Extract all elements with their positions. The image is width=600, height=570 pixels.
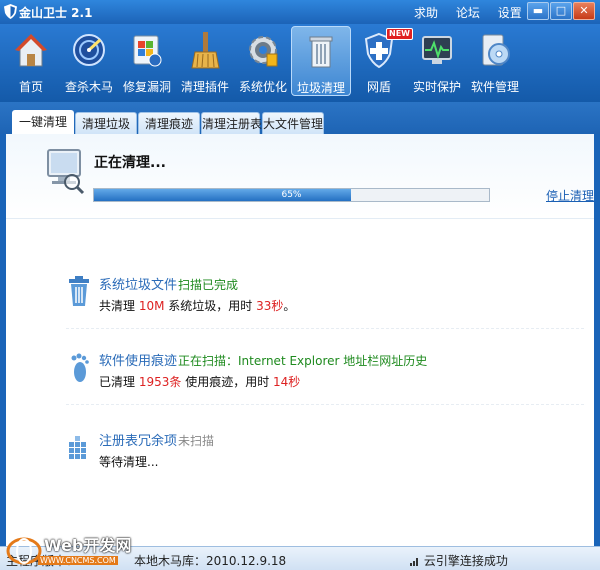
detail-mid: 系统垃圾，用时 [164,299,257,313]
toolbar-home-button[interactable]: 首页 [2,26,60,96]
item-name: 注册表冗余项 [99,434,178,449]
detail-suffix: 。 [283,299,296,313]
cloud-connection-status: 云引擎连接成功 [410,552,508,569]
progress-header: 正在清理... 65% 停止清理 [6,134,594,219]
minimize-button[interactable]: ▬ [527,2,549,20]
elapsed-time: 14秒 [273,375,301,389]
detail-prefix: 已清理 [99,375,139,389]
tab-clean-traces[interactable]: 清理痕迹 [138,112,200,135]
main-toolbar: 首页 查杀木马 修复漏洞 清理插件 系统优化 垃圾清理 NEW 网盾 实时保护 … [0,24,600,102]
watermark-text: Web开发网 [44,536,132,555]
divider [66,328,586,329]
settings-link[interactable]: 设置 [498,6,522,20]
tab-clean-junk[interactable]: 清理垃圾 [75,112,137,135]
monitor-pulse-icon [422,36,452,64]
stop-clean-link[interactable]: 停止清理 [546,187,594,204]
help-link[interactable]: 求助 [414,6,438,20]
cleaning-progress-bar: 65% [93,188,490,202]
item-name: 软件使用痕迹 [99,354,178,369]
registry-blocks-icon [69,436,86,459]
cleaned-count: 1953条 [138,375,182,389]
connection-text: 云引擎连接成功 [423,554,508,568]
item-detail: 已清理 1953条 使用痕迹，用时 14秒 [99,373,300,390]
globe-logo-icon [6,537,42,565]
footprint-icon [71,353,89,382]
toolbar-trojan-scan-button[interactable]: 查杀木马 [60,26,118,96]
clean-item-system-junk: 系统垃圾文件 扫描已完成 共清理 10M 系统垃圾，用时 33秒。 [64,270,584,330]
item-detail: 共清理 10M 系统垃圾，用时 33秒。 [99,297,295,314]
close-button[interactable]: ✕ [573,2,595,20]
item-status: 正在扫描：Internet Explorer 地址栏网址历史 [178,354,428,368]
cleaning-status-title: 正在清理... [94,155,166,171]
home-icon [15,34,47,67]
windows-patch-icon [133,35,162,67]
clean-item-software-traces: 软件使用痕迹 正在扫描：Internet Explorer 地址栏网址历史 已清… [64,346,584,406]
toolbar-patch-button[interactable]: 修复漏洞 [118,26,176,96]
trash-icon [69,276,89,306]
toolbar-plugin-clean-button[interactable]: 清理插件 [176,26,234,96]
toolbar-realtime-protect-button[interactable]: 实时保护 [408,26,466,96]
title-bar[interactable]: 金山卫士 2.1 求助 论坛 设置 ▬ □ ✕ [0,0,600,24]
tab-clean-registry[interactable]: 清理注册表 [201,112,262,135]
toolbar-optimize-button[interactable]: 系统优化 [234,26,292,96]
app-window: 金山卫士 2.1 求助 论坛 设置 ▬ □ ✕ 首页 查杀木马 修复漏洞 清理插… [0,0,600,570]
toolbar-software-manager-button[interactable]: 软件管理 [466,26,524,96]
shield-logo-icon [4,4,17,19]
broom-icon [191,32,220,69]
maximize-button[interactable]: □ [550,2,572,20]
detail-mid: 使用痕迹，用时 [181,375,274,389]
item-status: 未扫描 [178,434,215,448]
item-status: 扫描已完成 [178,278,239,292]
main-content: 正在清理... 65% 停止清理 系统垃圾文件 扫描已完成 共清理 10M 系统… [6,134,594,546]
item-detail: 等待清理... [99,455,159,469]
progress-percent: 65% [281,190,302,200]
gear-icon [249,36,278,67]
toolbar-web-shield-button[interactable]: NEW 网盾 [350,26,413,96]
item-name: 系统垃圾文件 [99,278,178,293]
signal-icon [410,558,418,566]
top-links: 求助 论坛 设置 [414,4,536,21]
trash-icon [309,36,333,68]
watermark-url: WWW.CNCMS.COM [38,556,118,565]
trojan-db-version: 本地木马库：2010.12.9.18 [134,554,287,568]
scan-icon [73,34,105,66]
tab-large-file-manager[interactable]: 大文件管理 [262,112,324,135]
software-disc-icon [482,34,510,66]
forum-link[interactable]: 论坛 [456,6,480,20]
monitor-search-icon [47,149,85,195]
tab-strip: 一键清理 清理垃圾 清理痕迹 清理注册表 大文件管理 [0,102,600,135]
clean-item-registry: 注册表冗余项 未扫描 等待清理... [64,426,584,486]
tab-one-click-clean[interactable]: 一键清理 [12,110,74,135]
cleaned-size: 10M [138,299,165,313]
app-title: 金山卫士 2.1 [19,6,93,20]
detail-prefix: 共清理 [99,299,139,313]
divider [66,404,586,405]
toolbar-junk-clean-button[interactable]: 垃圾清理 [291,26,351,96]
elapsed-time: 33秒 [256,299,284,313]
